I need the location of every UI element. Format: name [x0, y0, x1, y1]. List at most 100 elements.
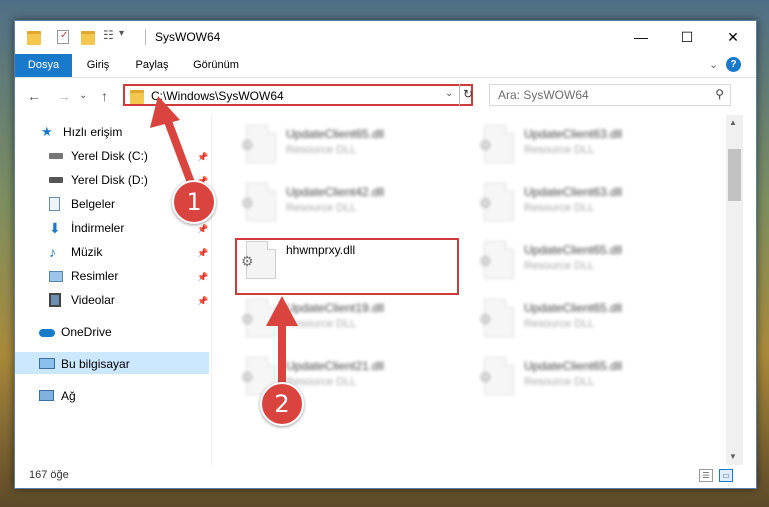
vertical-scrollbar[interactable]: ▲ ▼: [726, 115, 743, 465]
network-icon: [39, 390, 54, 401]
sidebar-item-quick-access[interactable]: ★ Hızlı erişim: [41, 121, 211, 143]
customize-toolbar-icon[interactable]: ▾: [119, 28, 124, 44]
file-name: UpdateClient63.dll: [524, 185, 623, 199]
file-type: Resource DLL: [524, 376, 595, 388]
sidebar-item-label: Müzik: [71, 245, 103, 259]
drive-icon: [49, 153, 63, 159]
gear-icon: ⚙: [241, 369, 254, 385]
forward-button[interactable]: →: [57, 88, 71, 104]
sidebar-item-label: Yerel Disk (D:): [71, 173, 148, 187]
file-name: UpdateClient65.dll: [524, 243, 623, 257]
file-name: UpdateClient42.dll: [286, 185, 385, 199]
sidebar-item-music[interactable]: ♪ Müzik: [49, 241, 211, 263]
folder-icon: [130, 90, 144, 104]
file-item[interactable]: ⚙ UpdateClient65.dll Resource DLL: [234, 121, 454, 167]
pictures-icon: [49, 271, 63, 282]
view-menu-icon[interactable]: ☷: [103, 28, 114, 44]
sidebar-item-label: Resimler: [71, 269, 119, 283]
sidebar-item-pictures[interactable]: Resimler: [49, 265, 211, 287]
file-type: Resource DLL: [524, 202, 595, 214]
refresh-button[interactable]: ↻: [459, 84, 476, 106]
file-name: UpdateClient65.dll: [286, 127, 385, 141]
file-item[interactable]: ⚙ UpdateClient63.dll Resource DLL: [472, 121, 692, 167]
folder-icon: [27, 31, 41, 45]
gear-icon: ⚙: [479, 311, 492, 327]
file-name: UpdateClient19.dll: [286, 301, 385, 315]
pin-icon: 📌: [197, 152, 209, 162]
sidebar-item-label: İndirmeler: [71, 221, 125, 235]
address-dropdown-icon[interactable]: ⌄: [445, 88, 453, 99]
file-type: Resource DLL: [286, 144, 357, 156]
computer-icon: [39, 358, 55, 369]
pin-icon: 📌: [197, 296, 209, 306]
file-item[interactable]: ⚙ UpdateClient19.dll Resource DLL: [234, 295, 454, 341]
details-view-icon[interactable]: ☰: [699, 469, 713, 482]
file-name: UpdateClient65.dll: [524, 359, 623, 373]
tab-home[interactable]: Giriş: [79, 54, 117, 77]
star-icon: ★: [41, 124, 53, 139]
ribbon-expand-icon[interactable]: ⌄: [709, 58, 718, 71]
ribbon: Dosya Giriş Paylaş Görünüm ⌄ ?: [15, 54, 756, 78]
sidebar-item-this-pc[interactable]: Bu bilgisayar: [39, 353, 211, 375]
navigation-pane: ★ Hızlı erişim Yerel Disk (C:) 📌 Yerel D…: [15, 115, 211, 465]
file-type: Resource DLL: [524, 144, 595, 156]
file-item[interactable]: ⚙ UpdateClient63.dll Resource DLL: [472, 179, 692, 225]
callout-badge-1: 1: [172, 180, 216, 224]
file-item[interactable]: ⚙ UpdateClient42.dll Resource DLL: [234, 179, 454, 225]
search-input[interactable]: Ara: SysWOW64 ⚲: [489, 84, 731, 106]
music-icon: ♪: [49, 244, 56, 260]
drive-icon: [49, 177, 63, 183]
video-icon: [49, 293, 61, 307]
large-icons-view-icon[interactable]: ▭: [719, 469, 733, 482]
file-type: Resource DLL: [286, 318, 357, 330]
scroll-up-icon[interactable]: ▲: [729, 118, 737, 127]
sidebar-item-label: OneDrive: [61, 325, 112, 339]
tab-file[interactable]: Dosya: [15, 54, 72, 77]
file-item[interactable]: ⚙ UpdateClient65.dll Resource DLL: [472, 237, 692, 283]
minimize-button[interactable]: —: [618, 21, 664, 54]
sidebar-item-videos[interactable]: Videolar: [49, 289, 211, 311]
sidebar-item-label: Yerel Disk (C:): [71, 149, 148, 163]
title-separator: [145, 29, 146, 45]
address-path[interactable]: C:\Windows\SysWOW64: [151, 89, 284, 103]
file-item[interactable]: ⚙ UpdateClient65.dll Resource DLL: [472, 295, 692, 341]
back-button[interactable]: ←: [27, 88, 41, 104]
sidebar-item-label: Belgeler: [71, 197, 116, 211]
file-name: UpdateClient63.dll: [524, 127, 623, 141]
documents-icon: [49, 197, 60, 211]
pin-icon: 📌: [197, 248, 209, 258]
pin-icon: 📌: [197, 224, 209, 234]
tab-share[interactable]: Paylaş: [130, 54, 174, 77]
gear-icon: ⚙: [479, 369, 492, 385]
recent-locations-button[interactable]: ⌄: [79, 90, 87, 101]
sidebar-item-label: Bu bilgisayar: [61, 357, 130, 371]
file-type: Resource DLL: [524, 260, 595, 272]
properties-icon[interactable]: ✓: [57, 30, 69, 44]
new-folder-icon[interactable]: [81, 31, 95, 45]
maximize-button[interactable]: ☐: [664, 21, 710, 54]
close-button[interactable]: ✕: [710, 21, 756, 54]
tab-view[interactable]: Görünüm: [188, 54, 244, 77]
scroll-thumb[interactable]: [728, 149, 741, 201]
download-icon: ⬇: [49, 220, 61, 236]
sidebar-item-local-disk-c[interactable]: Yerel Disk (C:): [49, 145, 211, 167]
address-bar[interactable]: C:\Windows\SysWOW64 ⌄ ↻: [123, 84, 473, 106]
file-item[interactable]: ⚙ UpdateClient65.dll Resource DLL: [472, 353, 692, 399]
help-icon[interactable]: ?: [726, 57, 741, 72]
scroll-down-icon[interactable]: ▼: [729, 452, 737, 461]
pin-icon: 📌: [197, 272, 209, 282]
sidebar-item-label: Videolar: [71, 293, 115, 307]
sidebar-item-label: Hızlı erişim: [63, 125, 123, 139]
sidebar-item-onedrive[interactable]: OneDrive: [39, 321, 211, 343]
up-button[interactable]: ↑: [101, 88, 108, 104]
sidebar-item-network[interactable]: Ağ: [39, 385, 211, 407]
file-name: UpdateClient21.dll: [286, 359, 385, 373]
gear-icon: ⚙: [241, 195, 254, 211]
gear-icon: ⚙: [241, 137, 254, 153]
window-title: SysWOW64: [155, 30, 221, 44]
search-icon[interactable]: ⚲: [715, 87, 724, 101]
gear-icon: ⚙: [241, 311, 254, 327]
sidebar-item-label: Ağ: [61, 389, 76, 403]
title-bar: ✓ ☷ ▾ SysWOW64 — ☐ ✕: [15, 21, 756, 54]
file-name: UpdateClient65.dll: [524, 301, 623, 315]
